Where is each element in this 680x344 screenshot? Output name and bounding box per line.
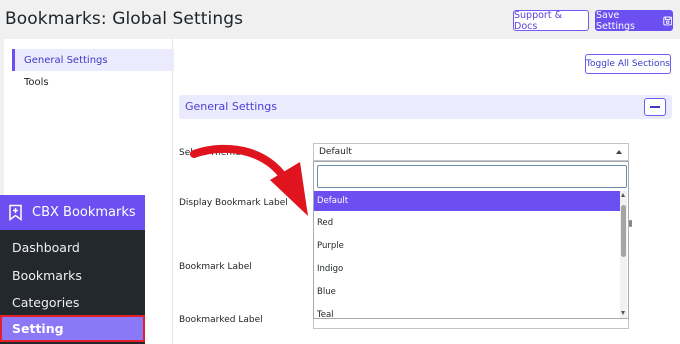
menu-item-label: Dashboard	[12, 240, 80, 255]
select-theme-label: Select Theme	[179, 148, 241, 158]
support-docs-label: Support & Docs	[514, 9, 562, 32]
theme-option-purple[interactable]: Purple	[314, 234, 622, 257]
theme-option-red[interactable]: Red	[314, 211, 622, 234]
scroll-up-icon[interactable]	[621, 193, 625, 197]
bookmarked-label-label: Bookmarked Label	[179, 315, 263, 325]
display-bookmark-label-label: Display Bookmark Label	[179, 198, 288, 208]
theme-select-value: Default	[319, 147, 352, 157]
theme-options-list: Default Red Purple Indigo Blue Teal	[314, 191, 622, 326]
theme-dropdown: Default Red Purple Indigo Blue Teal	[313, 161, 629, 320]
nav-item-label: General Settings	[24, 54, 108, 66]
menu-item-label: Setting	[12, 321, 64, 336]
theme-select[interactable]: Default	[313, 143, 629, 161]
toggle-all-sections-button[interactable]: Toggle All Sections	[585, 54, 671, 74]
caret-up-icon	[616, 150, 622, 154]
plugin-menu-header[interactable]: CBX Bookmarks	[0, 195, 145, 230]
bookmark-label-label: Bookmark Label	[179, 262, 252, 272]
scroll-down-icon[interactable]	[621, 311, 625, 315]
scrollbar-thumb[interactable]	[621, 205, 626, 257]
save-icon	[662, 16, 672, 25]
toggle-all-label: Toggle All Sections	[586, 59, 670, 69]
menu-item-label: Categories	[12, 295, 80, 310]
nav-item-tools[interactable]: Tools	[12, 71, 174, 93]
nav-item-general-settings[interactable]: General Settings	[12, 49, 174, 71]
bookmarked-label-input[interactable]	[313, 319, 629, 329]
nav-item-label: Tools	[24, 76, 49, 88]
field-handle	[629, 220, 632, 227]
theme-option-default[interactable]: Default	[314, 191, 622, 211]
theme-option-blue[interactable]: Blue	[314, 280, 622, 303]
menu-item-bookmarks[interactable]: Bookmarks	[0, 262, 145, 289]
menu-item-setting[interactable]: Setting	[0, 315, 145, 342]
bookmark-icon	[9, 204, 22, 221]
theme-search-input[interactable]	[317, 165, 627, 188]
save-settings-label: Save Settings	[596, 9, 635, 32]
plugin-menu-title: CBX Bookmarks	[32, 205, 136, 220]
plugin-admin-menu: CBX Bookmarks Dashboard Bookmarks Catego…	[0, 195, 145, 344]
minus-icon	[650, 106, 660, 108]
save-settings-button[interactable]: Save Settings	[595, 9, 673, 32]
menu-item-dashboard[interactable]: Dashboard	[0, 234, 145, 261]
page-title: Bookmarks: Global Settings	[5, 9, 244, 29]
collapse-section-button[interactable]	[644, 98, 666, 116]
menu-item-categories[interactable]: Categories	[0, 289, 145, 316]
menu-item-label: Bookmarks	[12, 268, 82, 283]
support-docs-button[interactable]: Support & Docs	[513, 9, 589, 32]
theme-option-indigo[interactable]: Indigo	[314, 257, 622, 280]
general-settings-section-header: General Settings	[179, 95, 672, 119]
section-title: General Settings	[185, 100, 277, 113]
dropdown-scrollbar[interactable]	[620, 191, 627, 318]
